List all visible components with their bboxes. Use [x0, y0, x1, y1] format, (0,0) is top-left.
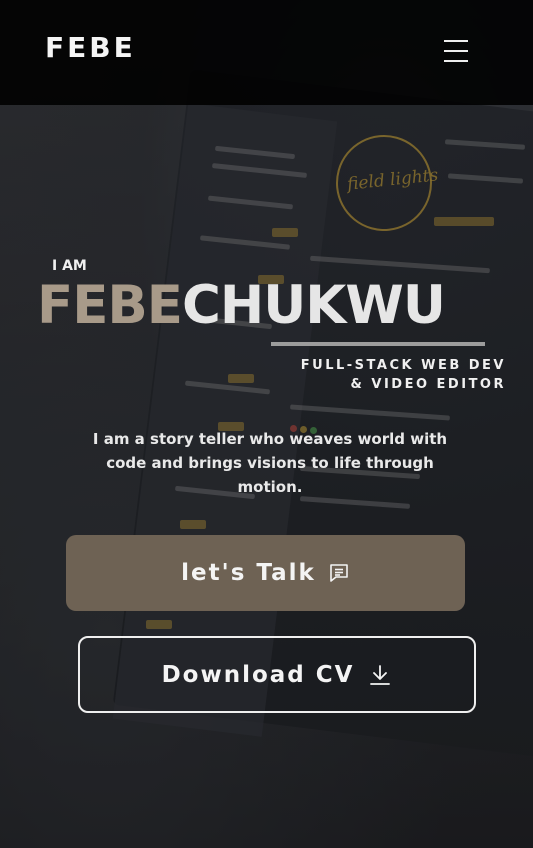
hero-name-first: FEBE: [37, 275, 183, 336]
lets-talk-label: let's Talk: [181, 560, 316, 586]
hero-name-underline: [271, 342, 485, 346]
lets-talk-button[interactable]: let's Talk: [66, 535, 465, 611]
hero-role-line-2: & VIDEO EDITOR: [350, 377, 506, 392]
hero-role-line-1: FULL-STACK WEB DEV: [300, 358, 506, 373]
hero-tagline: I am a story teller who weaves world wit…: [92, 430, 448, 496]
hero-name: FEBECHUKWU: [37, 270, 446, 342]
hero-name-last: CHUKWU: [182, 275, 446, 336]
download-icon: [368, 663, 392, 687]
chat-icon: [328, 562, 350, 584]
download-cv-label: Download CV: [161, 661, 355, 688]
download-cv-button[interactable]: Download CV: [78, 636, 476, 713]
background-overlay: [0, 0, 533, 848]
hero-role: FULL-STACK WEB DEV & VIDEO EDITOR: [270, 356, 506, 394]
navbar: FEBE: [0, 0, 533, 105]
site-logo[interactable]: FEBE: [45, 31, 136, 64]
hamburger-menu-icon[interactable]: [440, 36, 472, 66]
